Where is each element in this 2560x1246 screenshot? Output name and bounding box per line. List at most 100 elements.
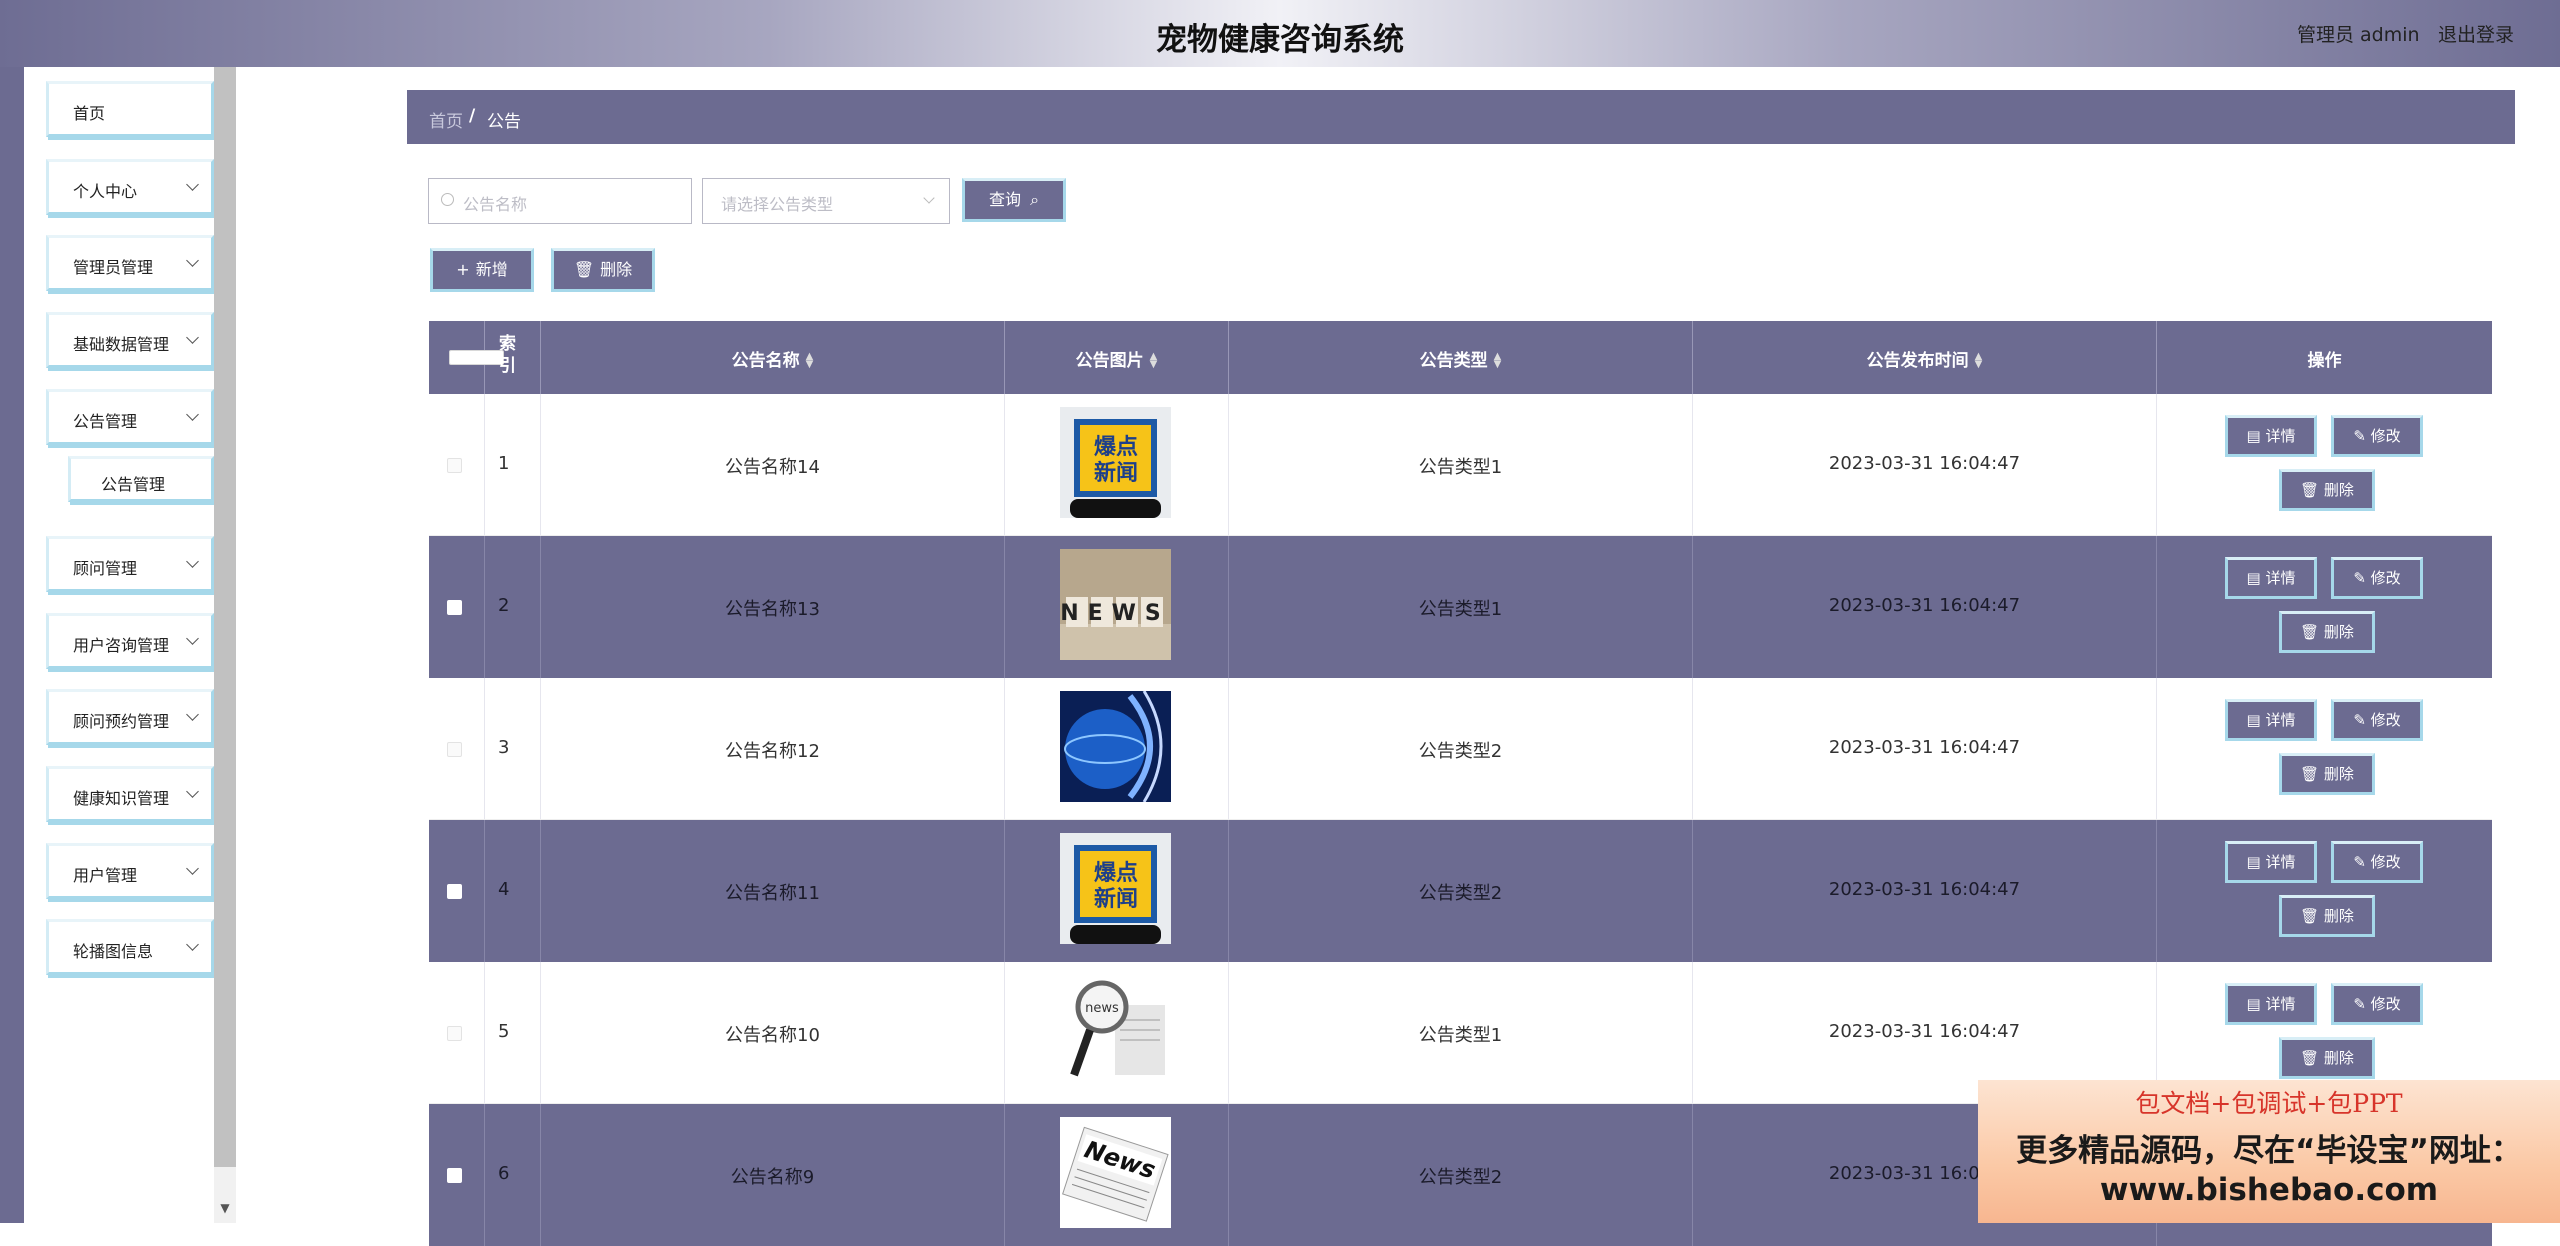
header-name[interactable]: 公告名称 ▲ ▼ <box>541 321 1005 394</box>
row-index: 2 <box>498 595 510 616</box>
row-name: 公告名称14 <box>725 457 820 478</box>
view-button[interactable]: ▤ 详情 <box>2225 841 2317 883</box>
sidebar-item-appointments[interactable]: 顾问预约管理 <box>46 689 214 745</box>
sort-icon[interactable]: ▲ ▼ <box>1975 352 1983 370</box>
type-select-placeholder: 请选择公告类型 <box>721 195 834 214</box>
sidebar-item-base-data[interactable]: 基础数据管理 <box>46 312 214 368</box>
search-placeholder: 公告名称 <box>463 195 528 214</box>
sidebar-item-profile[interactable]: 个人中心 <box>46 159 214 215</box>
header-type-wrap: 公告类型 ▲ ▼ <box>1229 346 1692 371</box>
breadcrumb-home[interactable]: 首页 <box>429 107 463 132</box>
row-name: 公告名称9 <box>730 1167 815 1188</box>
row-index: 1 <box>498 453 510 474</box>
row-type-cell: 公告类型1 <box>1229 394 1693 535</box>
sidebar-subitem-announcements[interactable]: 公告管理 <box>68 456 214 502</box>
promo-line-3: www.bishebao.com <box>2099 1172 2439 1208</box>
batch-delete-button[interactable]: 🗑 删除 <box>551 248 655 292</box>
row-actions-cell: ▤ 详情 ✎ 修改 🗑 删除 <box>2157 536 2492 678</box>
edit-label: 修改 <box>2370 569 2401 587</box>
row-checkbox[interactable] <box>447 884 462 899</box>
header-index: 索引 <box>485 321 541 394</box>
search-name-input[interactable]: 公告名称 <box>428 178 692 224</box>
row-image-cell: 爆点新闻爆点新闻 <box>1005 394 1229 535</box>
row-checkbox[interactable] <box>447 742 462 757</box>
query-button[interactable]: 查询 ⌕ <box>962 178 1066 222</box>
delete-button[interactable]: 🗑 删除 <box>2279 1037 2375 1079</box>
announcement-image[interactable]: NEWS <box>1060 549 1171 660</box>
chevron-down-icon <box>186 785 199 798</box>
view-button[interactable]: ▤ 详情 <box>2225 557 2317 599</box>
system-title: 宠物健康咨询系统 <box>1156 22 1404 58</box>
sort-icon[interactable]: ▲ ▼ <box>1494 352 1502 370</box>
view-label: 详情 <box>2265 711 2296 729</box>
announcement-image[interactable]: 爆点新闻爆点新闻 <box>1060 833 1171 944</box>
header-image[interactable]: 公告图片 ▲ ▼ <box>1005 321 1229 394</box>
chevron-down-icon <box>186 331 199 344</box>
view-button[interactable]: ▤ 详情 <box>2225 983 2317 1025</box>
header-select-all <box>429 321 504 394</box>
edit-label: 修改 <box>2370 427 2401 445</box>
edit-button[interactable]: ✎ 修改 <box>2331 841 2423 883</box>
sort-icon[interactable]: ▲ ▼ <box>806 352 814 370</box>
sidebar-item-label: 顾问预约管理 <box>73 712 170 731</box>
svg-text:NEWS: NEWS <box>1060 601 1170 626</box>
row-name-cell: 公告名称13 <box>541 536 1005 678</box>
sidebar-item-users[interactable]: 用户管理 <box>46 843 214 899</box>
edit-button[interactable]: ✎ 修改 <box>2331 557 2423 599</box>
sidebar-edge <box>0 67 24 1223</box>
delete-button[interactable]: 🗑 删除 <box>2279 895 2375 937</box>
delete-button[interactable]: 🗑 删除 <box>2279 469 2375 511</box>
edit-button[interactable]: ✎ 修改 <box>2331 983 2423 1025</box>
delete-label: 删除 <box>2323 623 2354 641</box>
row-time-cell: 2023-03-31 16:04:47 <box>1693 394 2157 535</box>
delete-label: 删除 <box>2323 481 2354 499</box>
header-time[interactable]: 公告发布时间 ▲ ▼ <box>1693 321 2157 394</box>
document-icon: ▤ <box>2246 995 2266 1013</box>
edit-button[interactable]: ✎ 修改 <box>2331 415 2423 457</box>
scroll-down-arrow-icon[interactable]: ▼ <box>214 1201 236 1221</box>
scrollbar-thumb[interactable] <box>214 67 236 1167</box>
row-name-cell: 公告名称9 <box>541 1104 1005 1246</box>
sidebar: 首页 个人中心 管理员管理 基础数据管理 公告管理 公告管理 顾问管理 用户咨询… <box>24 67 214 1223</box>
sidebar-item-carousel[interactable]: 轮播图信息 <box>46 919 214 975</box>
row-type-cell: 公告类型1 <box>1229 536 1693 678</box>
row-name: 公告名称10 <box>725 1025 820 1046</box>
sidebar-item-admins[interactable]: 管理员管理 <box>46 235 214 291</box>
delete-label: 删除 <box>600 260 633 279</box>
row-select-cell <box>429 536 485 678</box>
sidebar-item-home[interactable]: 首页 <box>46 81 214 137</box>
announcement-image[interactable]: News <box>1060 1117 1171 1228</box>
row-image-cell: 爆点新闻爆点新闻 <box>1005 820 1229 962</box>
sidebar-item-announcements[interactable]: 公告管理 <box>46 389 214 445</box>
delete-button[interactable]: 🗑 删除 <box>2279 611 2375 653</box>
row-checkbox[interactable] <box>447 600 462 615</box>
logout-link[interactable]: 退出登录 <box>2438 20 2514 47</box>
sidebar-item-user-consults[interactable]: 用户咨询管理 <box>46 613 214 669</box>
sidebar-item-health-knowledge[interactable]: 健康知识管理 <box>46 766 214 822</box>
view-button[interactable]: ▤ 详情 <box>2225 699 2317 741</box>
sort-icon[interactable]: ▲ ▼ <box>1150 352 1158 370</box>
add-button[interactable]: + 新增 <box>430 248 534 292</box>
row-checkbox[interactable] <box>447 1168 462 1183</box>
edit-label: 修改 <box>2370 711 2401 729</box>
row-select-cell <box>429 820 485 962</box>
row-time: 2023-03-31 16:04:47 <box>1828 595 2021 616</box>
row-index: 3 <box>498 737 510 758</box>
row-checkbox[interactable] <box>447 458 462 473</box>
edit-button[interactable]: ✎ 修改 <box>2331 699 2423 741</box>
header-type[interactable]: 公告类型 ▲ ▼ <box>1229 321 1693 394</box>
delete-button[interactable]: 🗑 删除 <box>2279 753 2375 795</box>
sidebar-item-consultants[interactable]: 顾问管理 <box>46 536 214 592</box>
announcement-image[interactable] <box>1060 691 1171 802</box>
view-label: 详情 <box>2265 995 2296 1013</box>
announcement-image[interactable]: 爆点新闻爆点新闻 <box>1060 407 1171 518</box>
view-button[interactable]: ▤ 详情 <box>2225 415 2317 457</box>
sidebar-scrollbar[interactable]: ▼ <box>214 67 236 1223</box>
row-type-cell: 公告类型2 <box>1229 1104 1693 1246</box>
announcement-image[interactable]: news <box>1060 975 1171 1086</box>
row-checkbox[interactable] <box>447 1026 462 1041</box>
row-actions-cell: ▤ 详情 ✎ 修改 🗑 删除 <box>2157 820 2492 962</box>
row-index-cell: 4 <box>485 820 541 962</box>
type-select[interactable]: 请选择公告类型 <box>702 178 950 224</box>
row-image-cell: NEWS <box>1005 536 1229 678</box>
